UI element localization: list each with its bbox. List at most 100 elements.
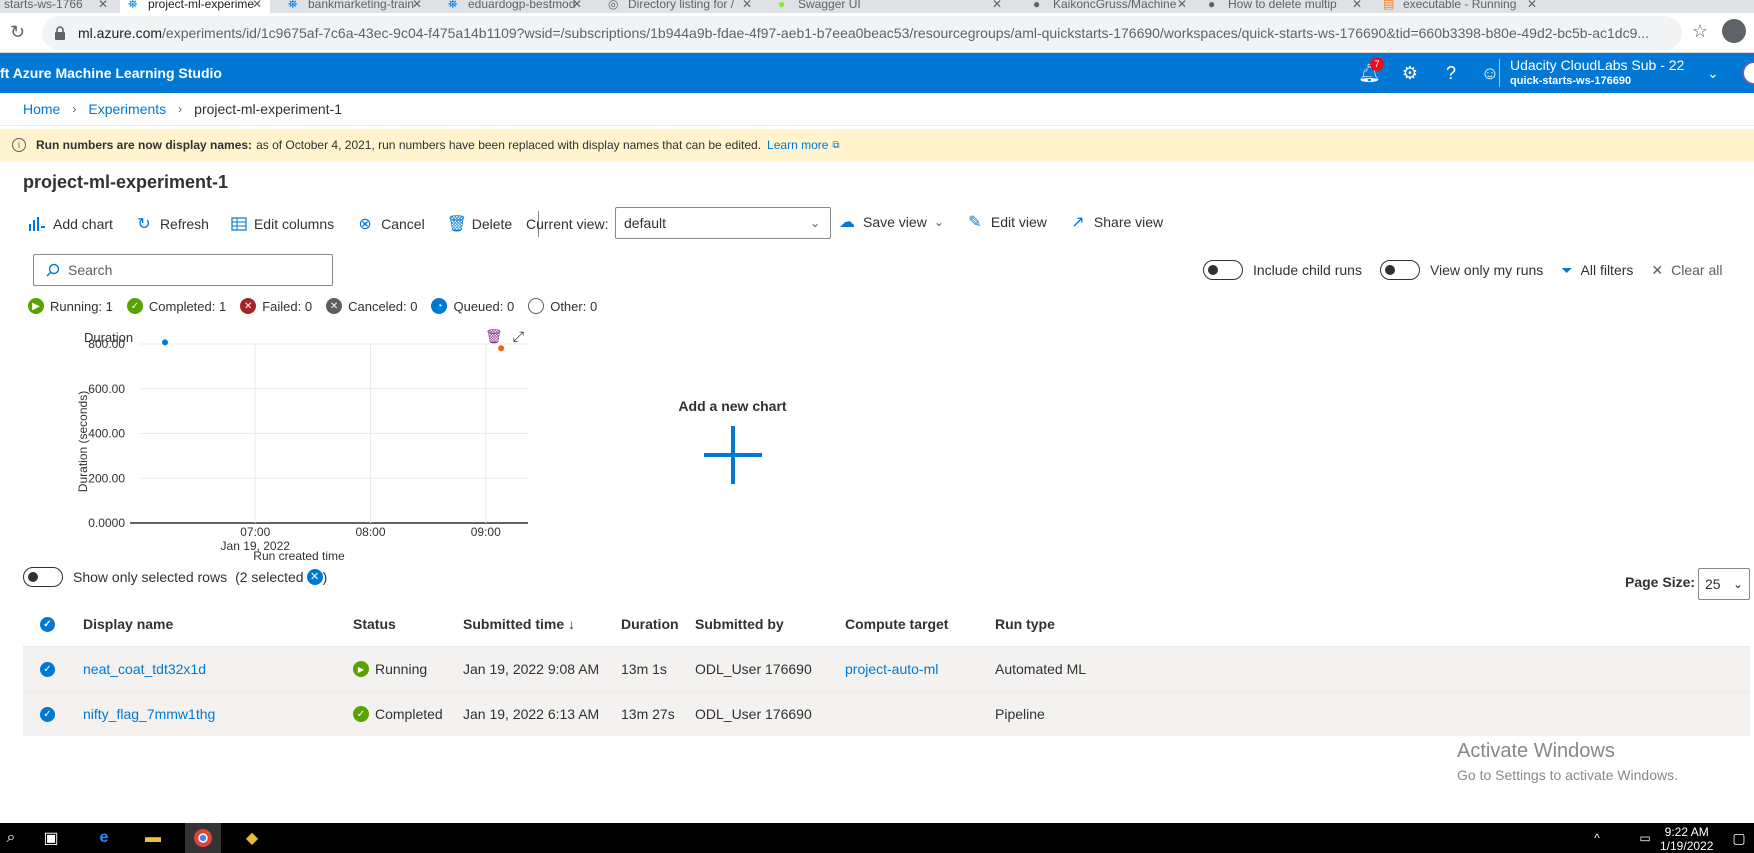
- column-header[interactable]: Run type: [995, 602, 1055, 646]
- status-count[interactable]: ◔ Queued: 0: [431, 298, 514, 314]
- browser-tab[interactable]: ● KaikoncGruss/Machine ✕: [1025, 0, 1195, 13]
- include-child-runs-toggle[interactable]: Include child runs: [1203, 260, 1362, 280]
- clear-selection-icon[interactable]: ✕: [306, 569, 323, 585]
- status-count[interactable]: ✓ Completed: 1: [126, 298, 226, 314]
- page-size-dropdown[interactable]: 25 ⌄: [1698, 568, 1750, 600]
- edit-view-button[interactable]: ✎ Edit view: [966, 212, 1047, 232]
- toggle-switch[interactable]: [1203, 260, 1243, 280]
- status-count[interactable]: ✕ Canceled: 0: [326, 298, 417, 314]
- url-field[interactable]: ml.azure.com/experiments/id/1c9675af-7c6…: [42, 16, 1682, 50]
- workspace-name: quick-starts-ws-176690: [1510, 75, 1632, 87]
- page-title: project-ml-experiment-1: [23, 172, 229, 192]
- column-header[interactable]: Submitted time ↓: [463, 602, 575, 646]
- search-input[interactable]: Search: [33, 254, 333, 286]
- close-icon[interactable]: ✕: [1177, 0, 1187, 11]
- table-row[interactable]: ✓ neat_coat_tdt32x1d ▶ Running Jan 19, 20…: [23, 646, 1750, 691]
- browser-tab[interactable]: ⛯ bankmarketing-train ✕: [280, 0, 430, 13]
- status-count-label: Running: 1: [50, 298, 113, 314]
- watermark-title: Activate Windows: [1457, 740, 1615, 762]
- browser-tab[interactable]: ● How to delete multip ✕: [1200, 0, 1370, 13]
- column-header[interactable]: Status: [353, 602, 396, 646]
- close-icon[interactable]: ✕: [992, 0, 1002, 11]
- network-icon[interactable]: ▭: [1634, 827, 1656, 849]
- breadcrumb-experiments[interactable]: Experiments: [88, 101, 166, 117]
- browser-tab[interactable]: ◎ Directory listing for / ✕: [600, 0, 760, 13]
- edit-columns-label: Edit columns: [253, 216, 335, 232]
- url-host: ml.azure.com: [78, 25, 163, 41]
- studio-brand[interactable]: ft Azure Machine Learning Studio: [0, 65, 222, 81]
- column-header[interactable]: Compute target: [845, 602, 948, 646]
- show-selected-toggle[interactable]: [23, 567, 63, 587]
- browser-tab-active[interactable]: ⛯ project-ml-experime ✕: [120, 0, 270, 13]
- compute-target-link[interactable]: project-auto-ml: [845, 647, 938, 691]
- cancel-button[interactable]: ⊗ Cancel: [356, 214, 424, 234]
- column-header[interactable]: Duration: [621, 602, 679, 646]
- app-icon[interactable]: ◆: [241, 827, 263, 849]
- gear-icon[interactable]: ⚙: [1400, 63, 1420, 83]
- refresh-icon: ↻: [137, 216, 151, 233]
- profile-avatar[interactable]: [1722, 19, 1746, 43]
- run-name-link[interactable]: nifty_flag_7mmw1thg: [83, 692, 215, 736]
- browser-tab[interactable]: ▤ executable - Running ✕: [1375, 0, 1545, 13]
- watermark-text: Go to Settings to activate Windows.: [1457, 767, 1678, 783]
- breadcrumb-home[interactable]: Home: [23, 101, 60, 117]
- search-icon[interactable]: ⌕: [0, 827, 22, 849]
- taskbar-clock[interactable]: 9:22 AM 1/19/2022: [1660, 825, 1713, 853]
- close-icon[interactable]: ✕: [412, 0, 422, 11]
- chevron-down-icon: ⌄: [809, 216, 820, 230]
- status-count[interactable]: ▶ Running: 1: [28, 298, 113, 314]
- run-filters: Include child runs View only my runs ⏷ A…: [1203, 260, 1741, 280]
- close-icon[interactable]: ✕: [742, 0, 752, 11]
- browser-tab[interactable]: starts-ws-1766 ✕: [0, 0, 116, 13]
- breadcrumb: Home › Experiments › project-ml-experime…: [23, 101, 342, 117]
- submitted-time: Jan 19, 2022 9:08 AM: [463, 661, 600, 677]
- status-count[interactable]: ✕ Failed: 0: [240, 298, 312, 314]
- account-switcher[interactable]: Udacity CloudLabs Sub - 22 quick-starts-…: [1510, 57, 1684, 89]
- column-header[interactable]: Submitted by: [695, 602, 784, 646]
- close-icon[interactable]: ✕: [98, 0, 108, 11]
- row-checkbox[interactable]: ✓: [40, 692, 55, 736]
- azure-ml-icon: ⛯: [448, 0, 458, 11]
- task-view-icon[interactable]: ▣: [40, 827, 62, 849]
- close-icon[interactable]: ✕: [572, 0, 582, 11]
- delete-button[interactable]: 🗑︎ Delete: [447, 214, 512, 234]
- reload-icon[interactable]: ↻: [10, 22, 30, 43]
- bookmark-star-icon[interactable]: ☆: [1692, 21, 1708, 42]
- run-name-link[interactable]: neat_coat_tdt32x1d: [83, 647, 206, 691]
- user-avatar[interactable]: [1742, 61, 1754, 85]
- internet-explorer-icon[interactable]: e: [93, 827, 115, 849]
- view-only-my-runs-toggle[interactable]: View only my runs: [1379, 260, 1543, 280]
- clear-all-button[interactable]: ✕ Clear all: [1651, 262, 1722, 279]
- chevron-up-icon[interactable]: ^: [1586, 827, 1608, 849]
- notifications-icon[interactable]: ▢: [1728, 827, 1750, 849]
- column-header[interactable]: Display name: [83, 602, 173, 646]
- browser-tab[interactable]: ● Swagger UI ✕: [770, 0, 1010, 13]
- status-count[interactable]: Other: 0: [528, 298, 597, 314]
- select-all-checkbox[interactable]: ✓: [40, 602, 55, 646]
- all-filters-button[interactable]: ⏷ All filters: [1561, 262, 1633, 279]
- add-new-chart-button[interactable]: Add a new chart: [670, 398, 795, 493]
- chrome-icon[interactable]: [192, 827, 214, 849]
- edit-columns-button[interactable]: Edit columns: [231, 216, 334, 232]
- browser-tab[interactable]: ⛯ eduardogp-bestmod ✕: [440, 0, 590, 13]
- divider: [0, 125, 1754, 126]
- toggle-switch[interactable]: [1379, 260, 1420, 280]
- share-view-button[interactable]: ↗ Share view: [1069, 212, 1163, 232]
- close-icon[interactable]: ✕: [1352, 0, 1362, 11]
- table-row[interactable]: ✓ nifty_flag_7mmw1thg ✓ Completed Jan 19,…: [23, 691, 1750, 736]
- close-icon[interactable]: ✕: [252, 0, 262, 11]
- windows-taskbar: ⌕ ▣ e ▬ ◆ ^ ▭ 9:22 AM 1/19/2022 ▢: [0, 823, 1754, 853]
- help-icon[interactable]: ?: [1441, 63, 1461, 83]
- close-icon[interactable]: ✕: [1527, 0, 1537, 11]
- learn-more-link[interactable]: Learn more: [767, 138, 828, 152]
- add-chart-button[interactable]: Add chart: [28, 216, 113, 232]
- account-name: Udacity CloudLabs Sub - 22: [1510, 57, 1685, 73]
- file-explorer-icon[interactable]: ▬: [142, 827, 164, 849]
- chevron-down-icon[interactable]: ⌄: [1703, 63, 1723, 83]
- save-view-button[interactable]: ☁ Save view ⌄: [838, 212, 944, 232]
- status-count-label: Failed: 0: [262, 298, 313, 314]
- smiley-icon[interactable]: ☺: [1480, 63, 1500, 83]
- refresh-button[interactable]: ↻ Refresh: [135, 214, 209, 234]
- current-view-dropdown[interactable]: default ⌄: [615, 207, 831, 239]
- row-checkbox[interactable]: ✓: [40, 647, 55, 691]
